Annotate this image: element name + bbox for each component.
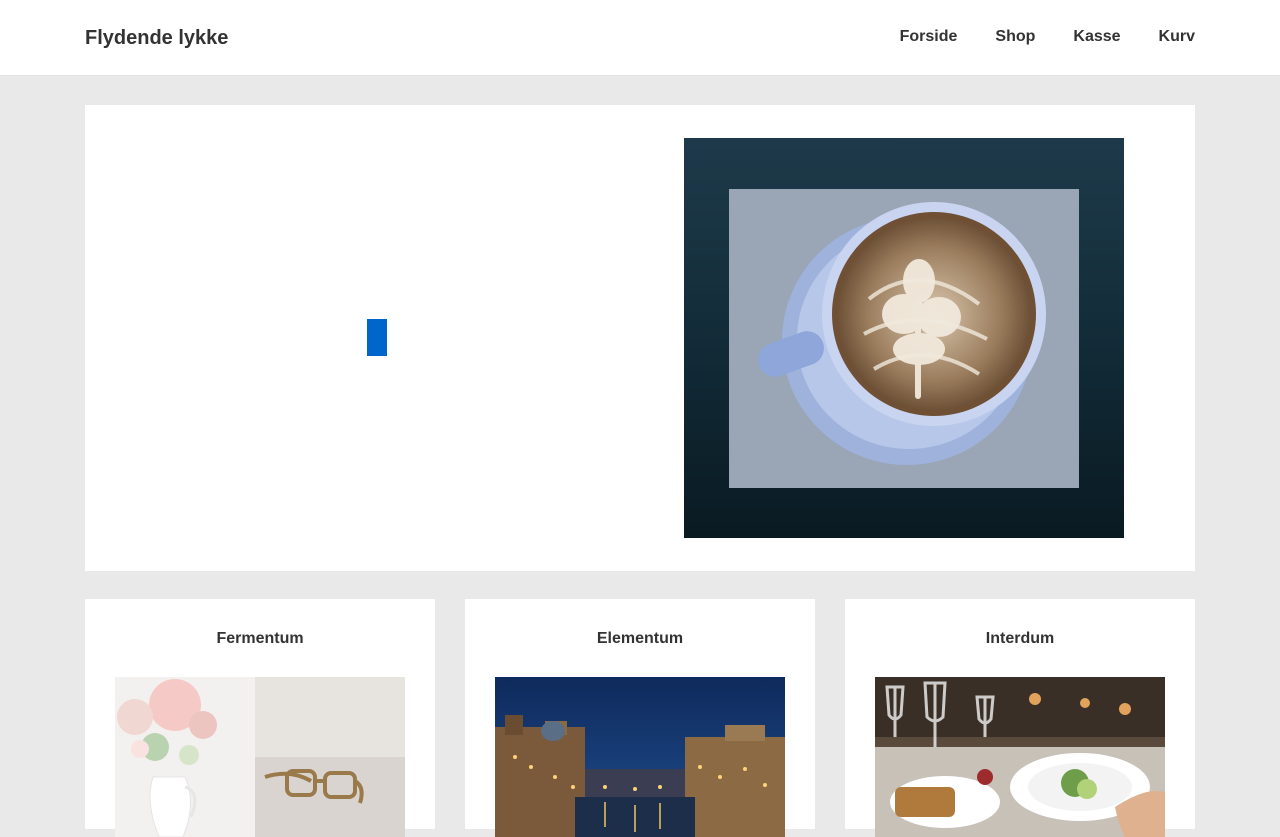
hero-image-frame [684,138,1124,538]
latte-art-coffee-cup-image [729,189,1079,488]
nav-item-kasse[interactable]: Kasse [1073,28,1120,46]
card-title[interactable]: Elementum [465,630,815,648]
nav-item-forside[interactable]: Forside [900,28,958,46]
nav-item-shop[interactable]: Shop [995,28,1035,46]
site-header: Flydende lykke Forside Shop Kasse Kurv [0,0,1280,76]
main-navigation: Forside Shop Kasse Kurv [900,28,1195,46]
venice-canal-night-image[interactable] [495,677,785,837]
card-title[interactable]: Fermentum [85,630,435,648]
hero-button[interactable] [367,319,387,356]
product-card-interdum: Interdum [845,599,1195,837]
product-card-elementum: Elementum [465,599,815,837]
card-title[interactable]: Interdum [845,630,1195,648]
hero-section [85,105,1195,571]
site-title-link[interactable]: Flydende lykke [85,27,228,50]
nav-item-kurv[interactable]: Kurv [1159,28,1195,46]
flowers-vase-glasses-image[interactable] [115,677,405,837]
restaurant-table-dinner-image[interactable] [875,677,1165,837]
product-card-fermentum: Fermentum [85,599,435,837]
